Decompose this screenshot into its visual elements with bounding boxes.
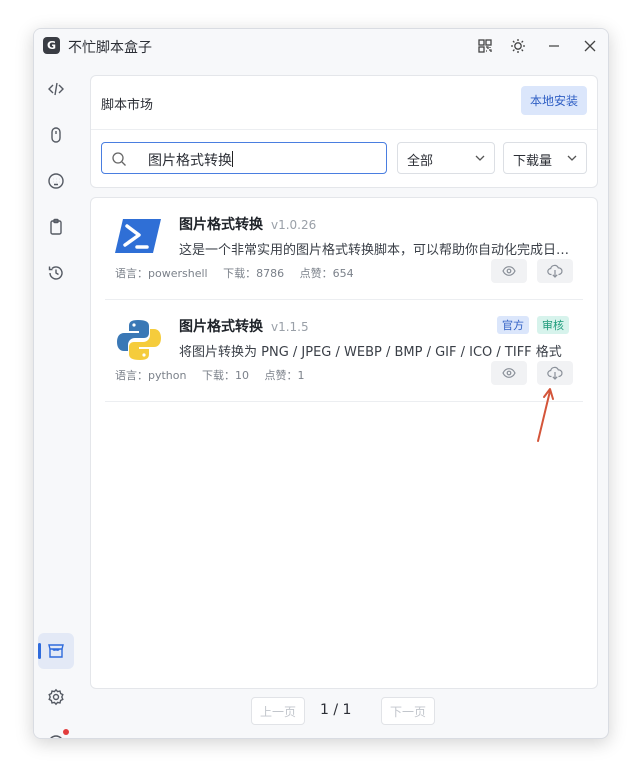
grid-icon[interactable] bbox=[474, 35, 496, 57]
preview-button[interactable] bbox=[491, 361, 527, 385]
script-meta: 语言：python 下载：10 点赞：1 bbox=[115, 367, 316, 383]
app-logo: G bbox=[43, 37, 60, 54]
sidebar-item-keyboard[interactable] bbox=[38, 163, 74, 199]
search-input[interactable] bbox=[146, 149, 370, 171]
script-description: 这是一个非常实用的图片格式转换脚本，可以帮助你自动化完成日常图片格式转换任务 bbox=[179, 243, 571, 258]
script-version: v1.0.26 bbox=[271, 218, 317, 232]
eye-icon bbox=[502, 266, 516, 276]
app-title: 不忙脚本盒子 bbox=[68, 40, 152, 56]
keyboard-icon bbox=[48, 173, 64, 189]
close-icon[interactable] bbox=[579, 35, 601, 57]
script-list: 图片格式转换 v1.0.26 这是一个非常实用的图片格式转换脚本，可以帮助你自动化… bbox=[90, 197, 598, 689]
clipboard-icon bbox=[50, 218, 62, 235]
sun-icon[interactable] bbox=[507, 35, 529, 57]
title-bar: G 不忙脚本盒子 bbox=[34, 29, 608, 63]
list-item[interactable]: 图片格式转换 v1.1.5 官方 审核 将图片转换为 PNG / JPEG / W… bbox=[105, 300, 583, 402]
notification-dot bbox=[63, 729, 69, 735]
official-badge: 官方 bbox=[497, 316, 529, 334]
likes-label: 点赞：1 bbox=[264, 369, 305, 382]
sidebar bbox=[34, 63, 78, 738]
annotation-arrow-icon bbox=[537, 388, 554, 442]
pagination: 上一页 1 / 1 下一页 bbox=[34, 697, 608, 727]
local-install-button[interactable]: 本地安装 bbox=[521, 86, 587, 115]
prev-page-button[interactable]: 上一页 bbox=[251, 697, 305, 725]
list-item[interactable]: 图片格式转换 v1.0.26 这是一个非常实用的图片格式转换脚本，可以帮助你自动化… bbox=[105, 198, 583, 300]
user-icon bbox=[50, 735, 62, 738]
next-page-button[interactable]: 下一页 bbox=[381, 697, 435, 725]
sidebar-item-user[interactable] bbox=[38, 725, 74, 738]
preview-button[interactable] bbox=[491, 259, 527, 283]
script-meta: 语言：powershell 下载：8786 点赞：654 bbox=[115, 265, 366, 281]
script-name: 图片格式转换 v1.0.26 bbox=[179, 217, 317, 233]
page-title: 脚本市场 bbox=[101, 98, 154, 113]
cloud-download-icon bbox=[547, 366, 563, 380]
history-icon bbox=[48, 266, 63, 280]
powershell-icon bbox=[115, 216, 163, 256]
code-icon bbox=[48, 82, 64, 96]
sidebar-item-mouse[interactable] bbox=[38, 117, 74, 153]
download-button[interactable] bbox=[537, 259, 573, 283]
downloads-label: 下载：10 bbox=[201, 369, 249, 382]
language-label: 语言：python bbox=[115, 369, 187, 382]
page-info: 1 / 1 bbox=[320, 702, 352, 718]
script-version: v1.1.5 bbox=[271, 320, 309, 334]
text-caret bbox=[232, 151, 233, 167]
market-header-card: 脚本市场 本地安装 全部 下载量 bbox=[90, 75, 598, 188]
script-description: 将图片转换为 PNG / JPEG / WEBP / BMP / GIF / I… bbox=[179, 345, 562, 360]
category-select-value: 全部 bbox=[407, 154, 434, 169]
python-icon bbox=[115, 318, 163, 360]
language-label: 语言：powershell bbox=[115, 267, 208, 280]
sidebar-item-history[interactable] bbox=[38, 255, 74, 291]
review-badge: 审核 bbox=[537, 316, 569, 334]
sort-select-value: 下载量 bbox=[513, 154, 553, 169]
app-window: G 不忙脚本盒子 脚本市场 本地安装 图片格式转换 全部 下载量 图片格式转换 … bbox=[33, 28, 609, 739]
sort-select[interactable]: 下载量 bbox=[503, 142, 587, 174]
sidebar-item-store[interactable] bbox=[38, 633, 74, 669]
eye-icon bbox=[502, 368, 516, 378]
chevron-down-icon bbox=[474, 152, 486, 168]
category-select[interactable]: 全部 bbox=[397, 142, 495, 174]
sidebar-item-code[interactable] bbox=[38, 71, 74, 107]
search-icon bbox=[111, 151, 127, 171]
divider bbox=[91, 129, 597, 130]
sidebar-item-clipboard[interactable] bbox=[38, 209, 74, 245]
chevron-down-icon bbox=[566, 152, 578, 168]
script-name: 图片格式转换 v1.1.5 bbox=[179, 319, 309, 335]
likes-label: 点赞：654 bbox=[299, 267, 354, 280]
minimize-icon[interactable] bbox=[543, 35, 565, 57]
search-field[interactable] bbox=[101, 142, 387, 174]
mouse-icon bbox=[51, 127, 61, 143]
cloud-download-icon bbox=[547, 264, 563, 278]
downloads-label: 下载：8786 bbox=[223, 267, 285, 280]
store-icon bbox=[48, 644, 64, 658]
download-button[interactable] bbox=[537, 361, 573, 385]
